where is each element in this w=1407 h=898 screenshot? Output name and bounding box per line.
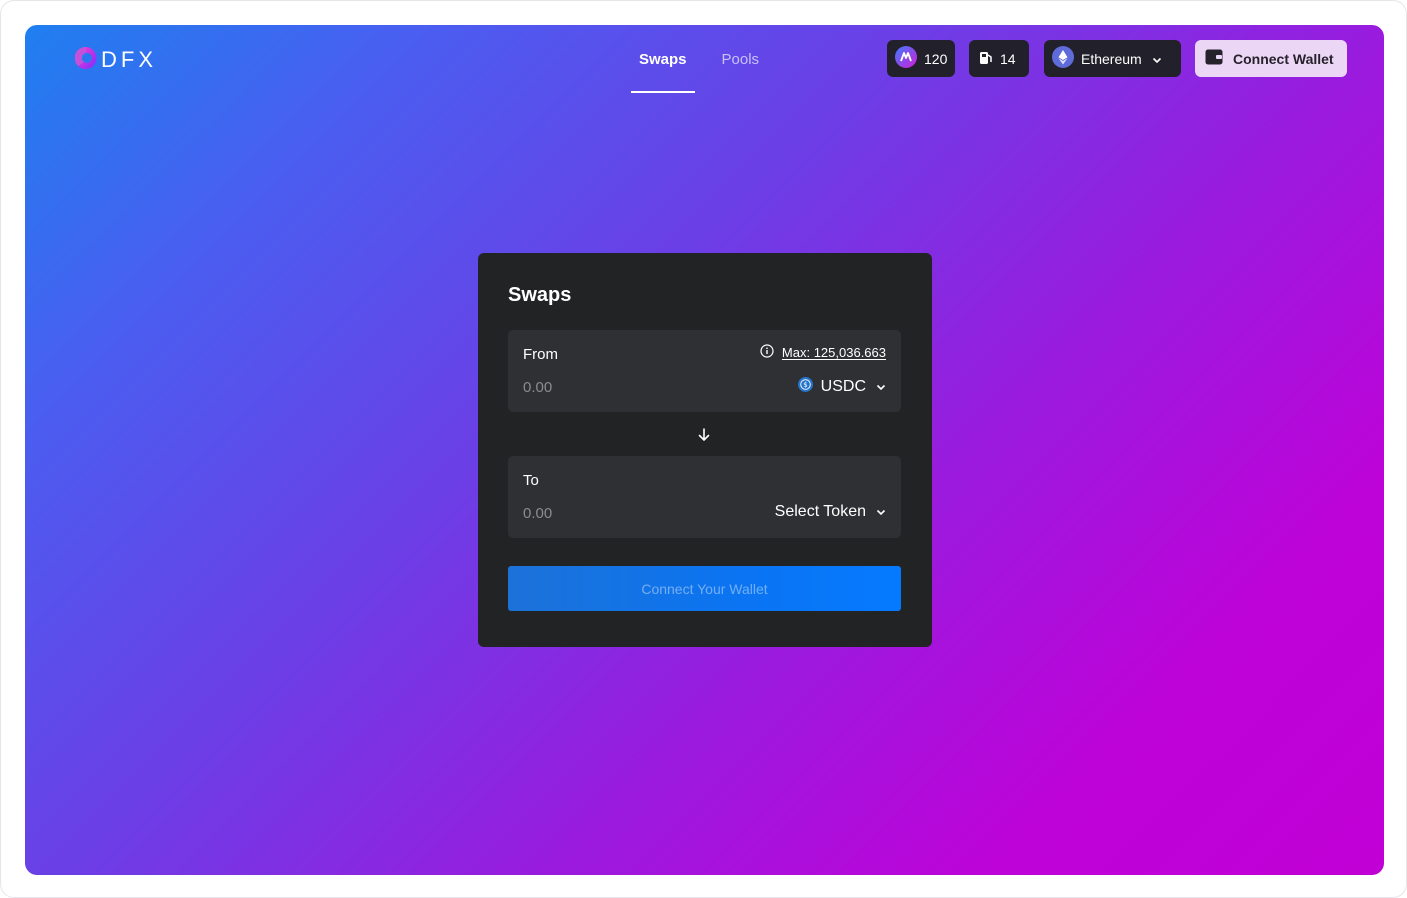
dfx-balance-badge[interactable]: 120 — [887, 40, 955, 77]
to-token-label: Select Token — [774, 503, 866, 520]
connect-wallet-button[interactable]: Connect Wallet — [1195, 40, 1347, 77]
dfx-logo-icon — [74, 45, 97, 76]
to-amount-input[interactable] — [523, 505, 683, 522]
main-nav: Swaps Pools — [631, 25, 786, 93]
connect-wallet-label: Connect Wallet — [1233, 50, 1334, 67]
from-token-label: USDC — [820, 378, 866, 395]
tab-swaps[interactable]: Swaps — [631, 25, 695, 93]
gas-pump-icon — [979, 50, 993, 68]
chevron-down-icon — [876, 503, 886, 521]
window-frame: DFX Swaps Pools 120 14 Ethereum Connect … — [0, 0, 1407, 898]
from-field: From Max: 125,036.663 0.00 $ USDC — [508, 330, 901, 412]
to-token-selector[interactable]: Select Token — [775, 503, 886, 521]
from-amount-input[interactable] — [523, 379, 683, 396]
app-background: DFX Swaps Pools 120 14 Ethereum Connect … — [25, 25, 1384, 875]
max-amount-link[interactable]: Max: 125,036.663 — [782, 345, 886, 360]
svg-text:$: $ — [803, 381, 807, 389]
swap-card-title: Swaps — [508, 284, 572, 306]
chevron-down-icon — [1152, 51, 1162, 67]
dfx-balance-value: 120 — [924, 50, 948, 67]
wallet-icon — [1205, 49, 1223, 68]
connect-your-wallet-button[interactable]: Connect Your Wallet — [508, 566, 901, 611]
from-token-selector[interactable]: $ USDC — [797, 377, 886, 397]
max-balance: Max: 125,036.663 — [760, 344, 886, 361]
brand-name: DFX — [101, 47, 157, 72]
info-icon[interactable] — [760, 344, 774, 361]
swap-card: Swaps From Max: 125,036.663 0.00 $ USDC … — [478, 253, 932, 647]
brand-logo[interactable]: DFX — [74, 45, 157, 76]
network-selector[interactable]: Ethereum — [1044, 40, 1181, 77]
arrow-down-icon[interactable] — [696, 427, 712, 443]
to-label: To — [523, 472, 539, 489]
gas-price-value: 14 — [1000, 50, 1016, 67]
network-name: Ethereum — [1081, 50, 1142, 67]
usdc-icon: $ — [797, 377, 813, 397]
dfx-token-icon — [895, 46, 917, 71]
from-label: From — [523, 346, 558, 363]
gas-price-badge[interactable]: 14 — [969, 40, 1029, 77]
ethereum-icon — [1052, 46, 1074, 71]
chevron-down-icon — [876, 378, 886, 396]
tab-pools[interactable]: Pools — [714, 25, 768, 93]
to-field: To Select Token — [508, 456, 901, 538]
